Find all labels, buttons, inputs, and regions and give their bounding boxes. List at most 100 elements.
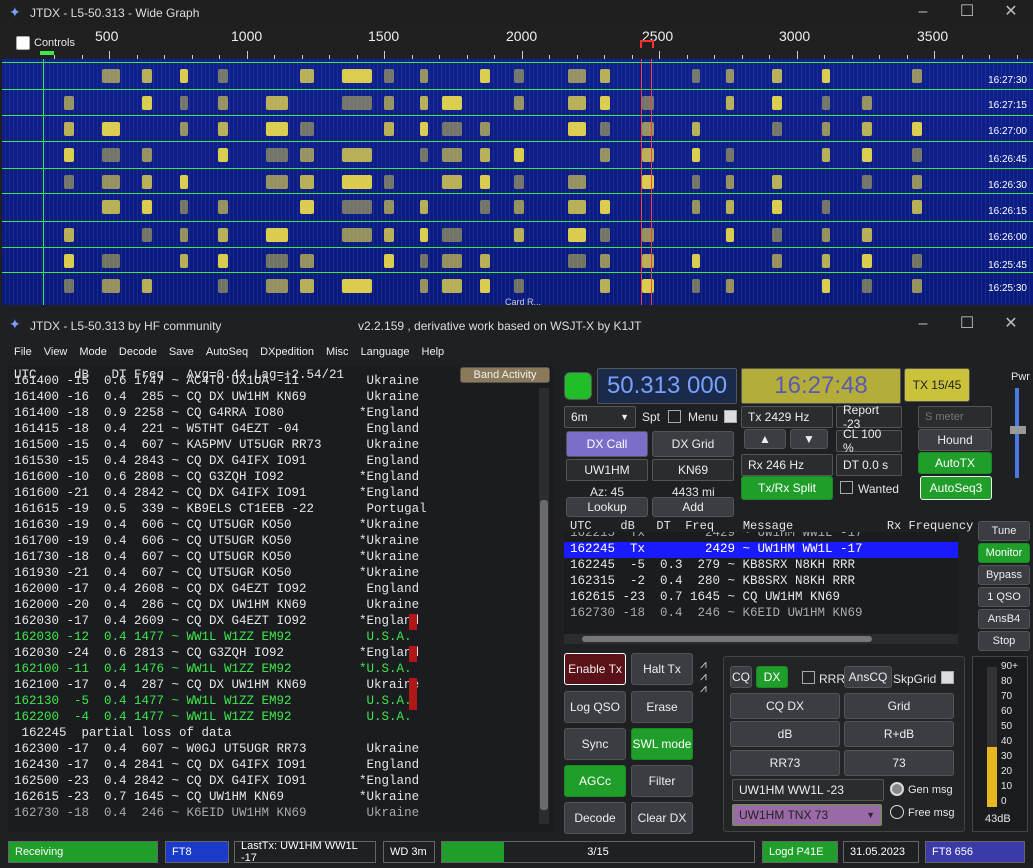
swl-mode-button[interactable]: SWL mode <box>631 728 693 760</box>
cq-button[interactable]: CQ <box>730 666 752 688</box>
maximize-icon[interactable]: ☐ <box>945 312 989 338</box>
decode-row[interactable]: 162730 -18 0.4 246 ~ K6EID UW1HM KN69 Uk… <box>14 806 419 822</box>
gen-msg-radio[interactable] <box>890 782 904 796</box>
decode-row[interactable]: 161530 -15 0.4 2843 ~ CQ DX G4IFX IO91 E… <box>14 454 419 470</box>
rx-message-row[interactable]: 162730 -18 0.4 246 ~ K6EID UW1HM KN69 <box>564 606 958 622</box>
decode-row[interactable]: 161700 -19 0.4 606 ~ CQ UT5UGR KO50 *Ukr… <box>14 534 419 550</box>
decode-row[interactable]: 162030 -24 0.6 2813 ~ CQ G3ZQH IO92 *Eng… <box>14 646 419 662</box>
rx-message-row[interactable]: 162215 Tx 2429 ~ UW1HM WW1L -17 <box>564 532 958 542</box>
decode-row[interactable]: 161600 -21 0.4 2842 ~ CQ DX G4IFX IO91 *… <box>14 486 419 502</box>
dx-call-field[interactable]: UW1HM <box>566 459 648 481</box>
up-arrow-icon[interactable]: ▲ <box>744 429 786 449</box>
clear-dx-button[interactable]: Clear DX <box>631 802 693 834</box>
rx-message-row[interactable]: 162315 -2 0.4 280 ~ KB8SRX N8KH RRR <box>564 574 958 590</box>
band-activity-panel[interactable]: UTC dB DT Freq Avg=0.44 Lag=+2.54/21 Ban… <box>8 366 554 832</box>
main-titlebar[interactable]: ✦ JTDX - L5-50.313 by HF community v2.2.… <box>0 312 1033 340</box>
minimize-icon[interactable]: – <box>901 0 945 26</box>
menu-mode[interactable]: Mode <box>73 343 113 365</box>
decode-row[interactable]: 162100 -11 0.4 1476 ~ WW1L W1ZZ EM92 *U.… <box>14 662 412 678</box>
decode-row[interactable]: 162000 -17 0.4 2608 ~ CQ DX G4EZT IO92 E… <box>14 582 419 598</box>
side-button-tune[interactable]: Tune <box>978 521 1030 541</box>
rr73-button[interactable]: RR73 <box>730 750 840 776</box>
dx-grid-button[interactable]: DX Grid <box>652 431 734 457</box>
decode-row[interactable]: 161400 -18 0.9 2258 ~ CQ G4RRA IO80 *Eng… <box>14 406 419 422</box>
decode-row[interactable]: 162200 -4 0.4 1477 ~ WW1L W1ZZ EM92 U.S.… <box>14 710 412 726</box>
rrr-checkbox[interactable] <box>802 671 815 684</box>
enable-tx-button[interactable]: Enable Tx <box>564 653 626 685</box>
rx-frequency-panel[interactable]: 162215 Tx 2429 ~ UW1HM WW1L -17 162245 Tx… <box>564 532 958 634</box>
menu-language[interactable]: Language <box>355 343 416 365</box>
pwr-slider-handle[interactable] <box>1010 426 1026 434</box>
decode-row[interactable]: 161600 -10 0.6 2808 ~ CQ G3ZQH IO92 *Eng… <box>14 470 419 486</box>
scrollbar-thumb[interactable] <box>540 500 548 810</box>
decode-scrollbar[interactable] <box>539 388 549 824</box>
skpgrid-checkbox[interactable] <box>941 671 954 684</box>
autoseq3-button[interactable]: AutoSeq3 <box>920 476 992 500</box>
rx-hscrollbar[interactable] <box>564 634 958 644</box>
decode-row[interactable]: 162245 partial loss of data <box>14 726 232 742</box>
rx-message-row[interactable]: 162615 -23 0.7 1645 ~ CQ UW1HM KN69 <box>564 590 958 606</box>
decode-row[interactable]: 161400 -15 0.6 1747 ~ AC4TO UX1UA -11 Uk… <box>14 374 419 390</box>
wide-graph-titlebar[interactable]: ✦ JTDX - L5-50.313 - Wide Graph <box>0 0 1033 26</box>
side-button-bypass[interactable]: Bypass <box>978 565 1030 585</box>
sync-button[interactable]: Sync <box>564 728 626 760</box>
free-msg-radio[interactable] <box>890 805 904 819</box>
minimize-icon[interactable]: – <box>901 312 945 338</box>
decode-row[interactable]: 161730 -18 0.4 607 ~ CQ UT5UGR KO50 *Ukr… <box>14 550 419 566</box>
dx-button[interactable]: DX <box>756 666 788 688</box>
menu-checkbox[interactable] <box>724 410 737 423</box>
menu-save[interactable]: Save <box>163 343 200 365</box>
rx-message-row[interactable]: 162245 Tx 2429 ~ UW1HM WW1L -17 <box>564 542 958 558</box>
tx-slot-button[interactable]: TX 15/45 <box>904 368 970 402</box>
dt-spinbox[interactable]: DT 0.0 s <box>836 454 902 476</box>
rx-marker-icon[interactable] <box>40 51 54 55</box>
decode-row[interactable]: 161930 -21 0.4 607 ~ CQ UT5UGR KO50 *Ukr… <box>14 566 419 582</box>
decode-row[interactable]: 162500 -23 0.4 2842 ~ CQ DX G4IFX IO91 *… <box>14 774 419 790</box>
agcc-button[interactable]: AGCc <box>564 765 626 797</box>
close-icon[interactable]: ✕ <box>989 0 1033 26</box>
decode-button[interactable]: Decode <box>564 802 626 834</box>
add-button[interactable]: Add <box>652 497 734 517</box>
decode-row[interactable]: 161500 -15 0.4 607 ~ KA5PMV UT5UGR RR73 … <box>14 438 419 454</box>
log-qso-button[interactable]: Log QSO <box>564 691 626 723</box>
n73-button[interactable]: 73 <box>844 750 954 776</box>
decode-row[interactable]: 161400 -16 0.4 285 ~ CQ DX UW1HM KN69 Uk… <box>14 390 419 406</box>
decode-row[interactable]: 162300 -17 0.4 607 ~ W0GJ UT5UGR RR73 Uk… <box>14 742 419 758</box>
rx-freq-spinbox[interactable]: Rx 246 Hz <box>741 454 833 476</box>
free-msg-combo[interactable]: UW1HM TNX 73 ▼ <box>732 804 882 826</box>
menu-view[interactable]: View <box>38 343 74 365</box>
decode-row[interactable]: 161415 -18 0.4 221 ~ W5THT G4EZT -04 Eng… <box>14 422 419 438</box>
db-button[interactable]: dB <box>730 721 840 747</box>
dx-call-button[interactable]: DX Call <box>566 431 648 457</box>
gen-msg-field[interactable]: UW1HM WW1L -23 <box>732 779 884 801</box>
decode-row[interactable]: 162130 -5 0.4 1477 ~ WW1L W1ZZ EM92 U.S.… <box>14 694 412 710</box>
tx-arrows-icon[interactable]: ⩘ ⩘ ⩘ <box>700 658 707 694</box>
filter-button[interactable]: Filter <box>631 765 693 797</box>
lookup-button[interactable]: Lookup <box>566 497 648 517</box>
s-meter-field[interactable]: S meter <box>918 406 992 428</box>
menu-autoseq[interactable]: AutoSeq <box>200 343 254 365</box>
rx-message-row[interactable]: 162245 -5 0.3 279 ~ KB8SRX N8KH RRR <box>564 558 958 574</box>
autotx-button[interactable]: AutoTX <box>918 452 992 474</box>
menu-help[interactable]: Help <box>416 343 451 365</box>
band-select[interactable]: 6m ▼ <box>564 406 636 428</box>
maximize-icon[interactable]: ☐ <box>945 0 989 26</box>
erase-button[interactable]: Erase <box>631 691 693 723</box>
decode-row[interactable]: 162430 -17 0.4 2841 ~ CQ DX G4IFX IO91 E… <box>14 758 419 774</box>
band-activity-button[interactable]: Band Activity <box>460 367 550 383</box>
menu-file[interactable]: File <box>8 343 38 365</box>
grid-button[interactable]: Grid <box>844 693 954 719</box>
frequency-display[interactable]: 50.313 000 <box>597 368 737 404</box>
controls-checkbox[interactable] <box>16 36 30 50</box>
anscq-button[interactable]: AnsCQ <box>844 666 892 688</box>
side-button-stop[interactable]: Stop <box>978 631 1030 651</box>
side-button-ansb4[interactable]: AnsB4 <box>978 609 1030 629</box>
r-db-button[interactable]: R+dB <box>844 721 954 747</box>
frequency-ruler[interactable]: Controls 500 1000 1500 2000 2500 3000 35… <box>4 27 1033 59</box>
down-arrow-icon[interactable]: ▼ <box>790 429 828 449</box>
decode-row[interactable]: 162100 -17 0.4 287 ~ CQ DX UW1HM KN69 Uk… <box>14 678 419 694</box>
dx-grid-field[interactable]: KN69 <box>652 459 734 481</box>
decode-row[interactable]: 162615 -23 0.7 1645 ~ CQ UW1HM KN69 *Ukr… <box>14 790 419 806</box>
decode-row[interactable]: 162030 -12 0.4 1477 ~ WW1L W1ZZ EM92 U.S… <box>14 630 412 646</box>
menu-dxpedition[interactable]: DXpedition <box>254 343 320 365</box>
